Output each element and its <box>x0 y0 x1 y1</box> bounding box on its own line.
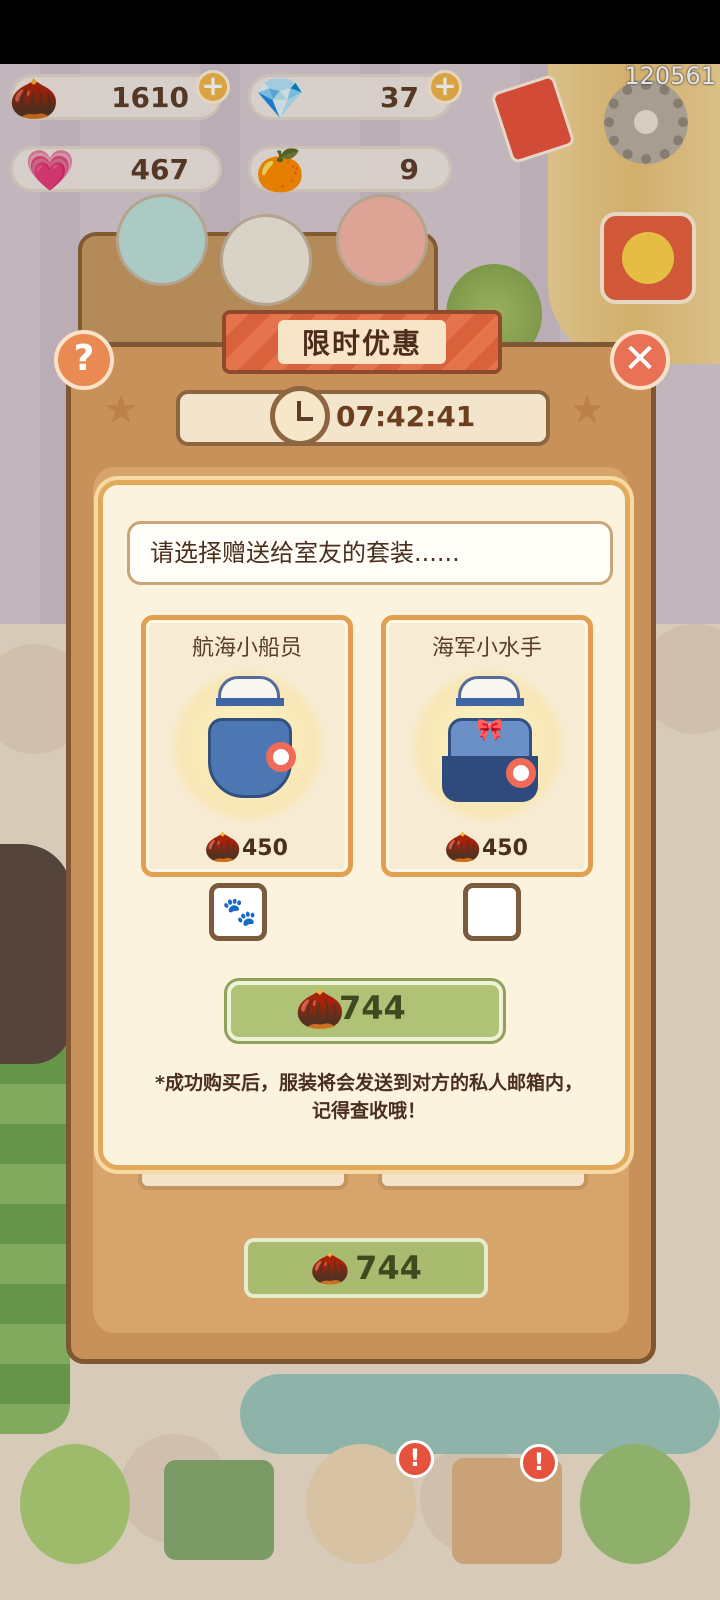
purchase-note: *成功购买后，服装将会发送到对方的私人邮箱内， 记得查收哦！ <box>113 1069 625 1125</box>
acorn-icon: 🌰 <box>204 830 242 865</box>
outfit-price: 450 <box>482 836 528 861</box>
acorn-icon: 🌰 <box>310 1249 350 1287</box>
paw-check-icon: 🐾 <box>222 895 257 928</box>
gift-selection-panel: 请选择赠送给室友的套装...... 航海小船员 🌰 450 海军小水手 🎀 🌰 … <box>98 480 630 1170</box>
modal-title: 限时优惠 <box>277 320 446 364</box>
note-line: 记得查收哦！ <box>311 1100 426 1122</box>
friends-alert-badge: ! <box>396 1440 434 1478</box>
lifebuoy-icon <box>506 758 536 788</box>
countdown-timer: 07:42:41 <box>176 386 550 446</box>
hat-band <box>216 698 284 706</box>
select-checkbox-sailor-crew[interactable]: 🐾 <box>209 883 267 941</box>
acorn-icon: 🌰 <box>295 986 345 1032</box>
map-nav-button[interactable] <box>580 1444 690 1564</box>
game-screen: 🌰 1610 + 💎 37 + 💗 467 🍊 9 120561 ★ ★ 限时优… <box>0 0 720 1600</box>
outfit-price: 450 <box>242 836 288 861</box>
star-decor: ★ <box>569 387 605 433</box>
tasks-alert-badge: ! <box>520 1444 558 1482</box>
home-nav-button[interactable] <box>20 1444 130 1564</box>
note-line: *成功购买后，服装将会发送到对方的私人邮箱内， <box>155 1072 583 1094</box>
star-decor: ★ <box>103 387 139 433</box>
outfit-card-navy-sailor[interactable]: 海军小水手 🎀 🌰 450 <box>381 615 593 877</box>
status-bar <box>0 0 720 64</box>
modal-title-banner: 限时优惠 <box>222 310 502 374</box>
bow-icon: 🎀 <box>476 718 504 743</box>
select-checkbox-navy-sailor[interactable] <box>463 883 521 941</box>
close-button[interactable]: ✕ <box>610 330 670 390</box>
outfit-name: 航海小船员 <box>191 636 302 661</box>
gift-prompt: 请选择赠送给室友的套装...... <box>127 521 613 585</box>
outfit-preview: 🎀 <box>408 666 568 826</box>
outfit-name: 海军小水手 <box>431 636 542 661</box>
buy-button[interactable]: 🌰 744 <box>227 981 503 1041</box>
buy-price: 744 <box>339 989 406 1027</box>
background-buy-price: 744 <box>355 1249 422 1287</box>
help-button[interactable]: ? <box>54 330 114 390</box>
acorn-icon: 🌰 <box>444 830 482 865</box>
clock-icon <box>270 386 330 446</box>
outfit-preview <box>168 666 328 826</box>
outfit-card-sailor-crew[interactable]: 航海小船员 🌰 450 <box>141 615 353 877</box>
hat-band <box>456 698 524 706</box>
background-buy-button[interactable]: 🌰 744 <box>244 1238 488 1298</box>
mail-nav-button[interactable] <box>164 1460 274 1560</box>
lifebuoy-icon <box>266 742 296 772</box>
timer-text: 07:42:41 <box>336 400 476 433</box>
